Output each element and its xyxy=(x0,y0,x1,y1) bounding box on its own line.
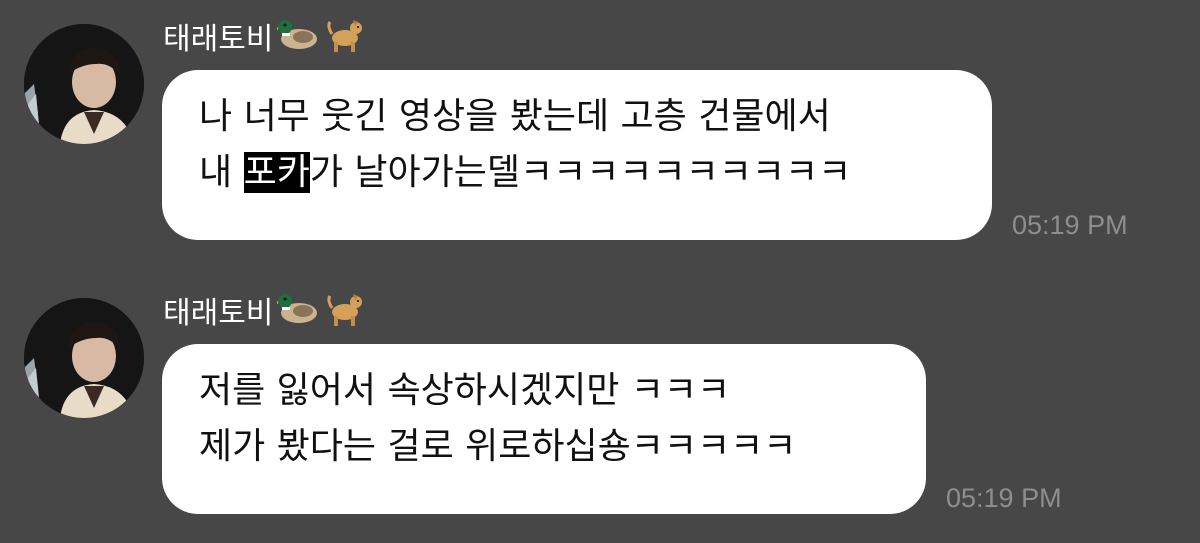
message-bubble[interactable]: 나 너무 웃긴 영상을 봤는데 고층 건물에서 내 포카가 날아가는델ㅋㅋㅋㅋㅋ… xyxy=(162,70,992,240)
dog-icon xyxy=(325,14,365,65)
dog-icon xyxy=(325,288,365,339)
avatar[interactable] xyxy=(24,24,144,144)
sender-name: 태래토비 xyxy=(163,14,365,65)
highlighted-text: 포카 xyxy=(243,152,310,193)
message-line: 제가 봤다는 걸로 위로하십숑ㅋㅋㅋㅋㅋ xyxy=(199,426,797,467)
message-text: 내 xyxy=(199,152,244,193)
message-line: 나 너무 웃긴 영상을 봤는데 고층 건물에서 xyxy=(199,96,831,137)
message-line: 내 포카가 날아가는델ㅋㅋㅋㅋㅋㅋㅋㅋㅋㅋ xyxy=(199,145,992,201)
message-line: 저를 잃어서 속상하시겠지만 ㅋㅋㅋ xyxy=(199,370,731,411)
message-bubble[interactable]: 저를 잃어서 속상하시겠지만 ㅋㅋㅋ 제가 봤다는 걸로 위로하십숑ㅋㅋㅋㅋㅋ xyxy=(162,344,926,514)
sender-name-text: 태래토비 xyxy=(163,295,274,331)
timestamp: 05:19 PM xyxy=(946,483,1062,513)
avatar-photo xyxy=(24,298,144,418)
timestamp: 05:19 PM xyxy=(1012,210,1128,240)
duck-icon xyxy=(273,15,321,64)
sender-name: 태래토비 xyxy=(163,288,365,339)
avatar-photo xyxy=(24,24,144,144)
sender-name-text: 태래토비 xyxy=(163,21,274,57)
avatar[interactable] xyxy=(24,298,144,418)
duck-icon xyxy=(273,289,321,338)
message-text: 가 날아가는델ㅋㅋㅋㅋㅋㅋㅋㅋㅋㅋ xyxy=(309,152,852,193)
